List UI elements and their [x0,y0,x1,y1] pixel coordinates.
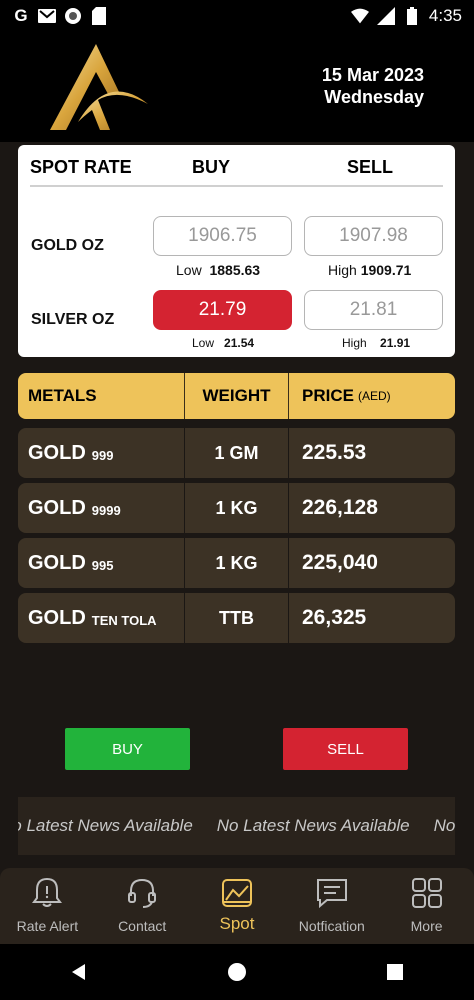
silver-low-value: 21.54 [224,336,255,350]
recents-icon[interactable] [385,962,405,982]
metal-price: 226,128 [302,496,378,519]
wifi-icon [350,7,369,25]
signal-icon [376,7,395,25]
gold-high: High 1909.71 [328,262,411,278]
metal-purity: 999 [91,447,114,463]
table-row: GOLD 999 1 GM 225.53 [18,428,455,478]
nav-item-spot[interactable]: Spot [190,868,285,944]
silver-sell-rate: 21.81 [304,290,443,330]
metal-name: GOLD [28,441,86,464]
metal-price: 225,040 [302,551,378,574]
battery-icon [403,7,421,25]
nav-label: Contact [118,918,167,934]
home-icon[interactable] [227,962,247,982]
headset-icon [128,878,157,908]
metal-weight: 1 KG [185,483,289,533]
chart-icon [221,879,252,907]
news-text: No Latest News Available [216,816,410,835]
status-time: 4:35 [428,6,462,25]
gold-buy-rate: 1906.75 [153,216,292,256]
sell-button[interactable]: SELL [283,728,408,770]
metal-name: GOLD [28,606,86,629]
bottom-nav: Rate Alert Contact Spot Notfication More [0,868,474,944]
nav-item-contact[interactable]: Contact [95,868,190,944]
google-icon: G [14,6,28,25]
sell-column-label: SELL [347,157,394,177]
alert-icon [32,877,63,907]
gmail-icon [38,7,56,25]
metal-purity: TEN TOLA [91,612,157,628]
sd-card-icon [90,7,108,25]
metals-column-header: METALS [18,373,185,419]
metal-price: 225.53 [302,441,367,464]
price-column-header: PRICE (AED) [289,373,455,419]
gold-low: Low 1885.63 [176,262,260,278]
news-ticker: No Latest News Available No Latest News A… [18,797,455,855]
metal-purity: 995 [91,557,114,573]
weight-column-header: WEIGHT [185,373,289,419]
header: 15 Mar 2023 Wednesday [0,32,474,142]
table-row: GOLD 995 1 KG 225,040 [18,538,455,588]
date-text: 15 Mar 2023 [321,65,424,85]
nav-item-notification[interactable]: Notfication [284,868,379,944]
silver-high: High 21.91 [342,336,410,350]
metal-weight: 1 GM [185,428,289,478]
silver-buy-rate: 21.79 [153,290,292,330]
gold-high-label: High [328,262,357,278]
spot-rate-header: SPOT RATE BUY SELL [30,157,443,187]
nav-item-rate-alert[interactable]: Rate Alert [0,868,95,944]
silver-high-value: 21.91 [380,336,411,350]
silver-low-label: Low [192,336,215,350]
silver-oz-label: SILVER OZ [31,311,115,328]
nav-label: Notfication [298,918,365,934]
buy-column-label: BUY [192,157,231,177]
back-icon[interactable] [69,962,89,982]
gold-oz-label: GOLD OZ [31,237,104,254]
metal-price: 26,325 [302,606,367,629]
silver-low: Low 21.54 [192,336,254,350]
metal-weight: 1 KG [185,538,289,588]
nav-label: Rate Alert [16,918,79,934]
gold-low-label: Low [176,262,202,278]
metal-name: GOLD [28,496,86,519]
gold-high-value: 1909.71 [360,262,412,278]
nav-item-more[interactable]: More [379,868,474,944]
price-column-label: PRICE [302,386,354,405]
price-currency: (AED) [357,389,391,403]
metal-purity: 9999 [91,502,121,518]
metal-weight: TTB [185,593,289,643]
table-row: GOLD TEN TOLA TTB 26,325 [18,593,455,643]
spot-rate-title: SPOT RATE [30,157,132,177]
news-text: No Latest News Available [433,816,455,835]
gold-sell-rate: 1907.98 [304,216,443,256]
silver-high-label: High [342,336,367,350]
grid-icon [411,878,442,908]
status-bar: G 4:35 [0,0,474,32]
news-text: No Latest News Available [18,816,193,835]
spot-rate-card: SPOT RATE BUY SELL GOLD OZ 1906.75 1907.… [18,145,455,357]
nav-label: More [410,918,443,934]
nav-label: Spot [219,914,255,933]
metals-table-header: METALS WEIGHT PRICE (AED) [18,373,455,419]
brand-logo [48,42,152,132]
date-display: 15 Mar 2023 Wednesday [322,64,424,108]
buy-button[interactable]: BUY [65,728,190,770]
weekday-text: Wednesday [324,87,424,107]
system-nav-bar [0,944,474,1000]
circle-icon [64,7,82,25]
message-icon [316,879,347,909]
metal-name: GOLD [28,551,86,574]
table-row: GOLD 9999 1 KG 226,128 [18,483,455,533]
gold-low-value: 1885.63 [209,262,261,278]
